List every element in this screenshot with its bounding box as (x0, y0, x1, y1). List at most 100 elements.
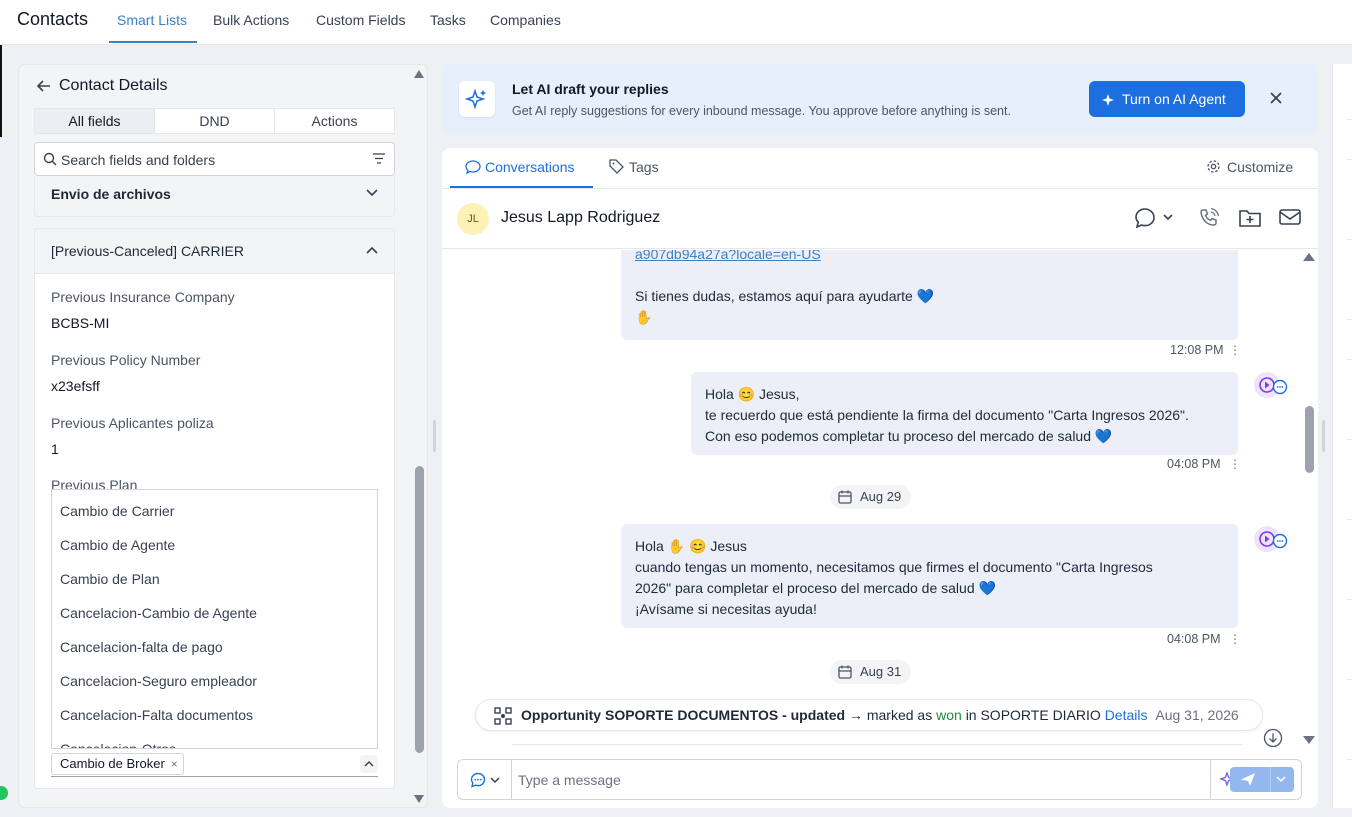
segment-all-fields[interactable]: All fields (35, 109, 155, 133)
divider (1347, 319, 1352, 320)
opportunity-title: Opportunity SOPORTE DOCUMENTOS - updated (521, 707, 846, 723)
opportunity-date: Aug 31, 2026 (1155, 707, 1239, 723)
filter-icon[interactable] (373, 153, 385, 164)
message-link[interactable]: a907db94a27a?locale=en-US (635, 250, 821, 262)
chevron-up-icon[interactable] (360, 755, 378, 773)
search-input[interactable] (61, 149, 361, 171)
folder-header[interactable]: [Previous-Canceled] CARRIER (35, 229, 394, 274)
message-line: 2026" para completar el proceso del merc… (635, 580, 996, 596)
opportunity-action: → marked as (848, 707, 933, 723)
back-button[interactable]: Contact Details (35, 77, 168, 95)
right-side-panel (1332, 64, 1352, 808)
divider (1347, 119, 1352, 120)
phone-icon[interactable] (1198, 207, 1220, 229)
contact-details-panel: Contact Details All fields DND Actions E… (18, 64, 428, 808)
panel-resize-handle[interactable] (1322, 420, 1325, 452)
chevron-down-icon (490, 777, 500, 784)
message-line: ✋ (635, 309, 653, 325)
tab-tags[interactable]: Tags (609, 159, 659, 175)
message-list: a907db94a27a?locale=en-US Si tienes duda… (442, 250, 1302, 747)
avatar: JL (457, 203, 489, 235)
tab-companies[interactable]: Companies (490, 12, 561, 28)
field-value[interactable]: BCBS-MI (51, 315, 109, 331)
dropdown-option[interactable]: Cancelacion-Cambio de Agente (52, 596, 377, 630)
date-separator: Aug 29 (830, 485, 912, 509)
customize-button[interactable]: Customize (1206, 159, 1293, 175)
left-scrollbar-thumb[interactable] (415, 466, 424, 753)
sparkle-icon (459, 81, 495, 117)
message-scrollbar-down[interactable] (1303, 736, 1315, 744)
calendar-icon (838, 490, 852, 504)
tab-conversations[interactable]: Conversations (465, 159, 575, 175)
message-line: Con eso podemos completar tu proceso del… (705, 428, 1113, 444)
dropdown-option[interactable]: Cambio de Agente (52, 528, 377, 562)
chip-label: Cambio de Broker (60, 756, 165, 771)
folder-label: Envio de archivos (51, 186, 171, 202)
turn-on-ai-agent-button[interactable]: Turn on AI Agent (1089, 81, 1245, 117)
date-label: Aug 31 (860, 664, 902, 679)
tab-smart-lists[interactable]: Smart Lists (117, 12, 187, 28)
field-search (34, 142, 395, 176)
opportunity-details-link[interactable]: Details (1105, 707, 1148, 723)
message-menu-icon[interactable]: ⋮ (1229, 632, 1241, 646)
message-menu-icon[interactable]: ⋮ (1229, 343, 1241, 357)
tab-bulk-actions[interactable]: Bulk Actions (213, 12, 289, 28)
message-menu-icon[interactable]: ⋮ (1229, 457, 1241, 471)
chat-type-icon[interactable] (1133, 207, 1175, 229)
dropdown-option[interactable]: Cancelacion-Otros (52, 732, 377, 748)
folder-add-icon[interactable] (1238, 207, 1262, 229)
left-scrollbar-up[interactable] (414, 70, 424, 78)
message-bubble: Hola ✋ 😊 Jesus cuando tengas un momento,… (621, 524, 1238, 628)
conversation-panel: Conversations Tags Customize JL Jesus La… (442, 148, 1318, 808)
calendar-icon (838, 665, 852, 679)
message-scrollbar-thumb[interactable] (1305, 406, 1314, 473)
window-edge (0, 45, 2, 137)
tab-custom-fields[interactable]: Custom Fields (316, 12, 405, 28)
mail-icon[interactable] (1278, 207, 1302, 227)
close-icon[interactable] (1268, 90, 1284, 106)
message-line: Si tienes dudas, estamos aquí para ayuda… (635, 288, 935, 304)
conversation-header: JL Jesus Lapp Rodriguez (442, 189, 1318, 249)
send-button[interactable] (1230, 767, 1294, 792)
chevron-down-icon[interactable] (1276, 776, 1286, 783)
banner-title: Let AI draft your replies (512, 81, 669, 97)
multiselect-input[interactable]: Cambio de Broker × (51, 753, 378, 777)
message-line: Hola 😊 Jesus, (705, 386, 800, 402)
send-icon (1241, 773, 1255, 786)
dropdown-option[interactable]: Cancelacion-Falta documentos (52, 698, 377, 732)
tab-label: Tags (629, 159, 659, 175)
folder-envio-de-archivos[interactable]: Envio de archivos (34, 177, 395, 217)
dropdown-option[interactable]: Cancelacion-Seguro empleador (52, 664, 377, 698)
message-line: cuando tengas un momento, necesitamos qu… (635, 559, 1153, 575)
dropdown-option[interactable]: Cambio de Plan (52, 562, 377, 596)
left-scrollbar-down[interactable] (414, 795, 424, 803)
divider (1347, 759, 1352, 760)
scroll-to-bottom-icon[interactable] (1263, 728, 1283, 747)
channel-selector[interactable] (458, 760, 512, 799)
dropdown-option[interactable]: Cancelacion-falta de pago (52, 630, 377, 664)
dropdown-option[interactable]: Cambio de Carrier (52, 494, 377, 528)
gear-icon (1207, 160, 1220, 173)
field-segment-tabs: All fields DND Actions (34, 108, 395, 134)
message-time: 12:08 PM (1170, 343, 1224, 357)
message-input[interactable] (518, 769, 1138, 791)
message-line (635, 265, 1224, 286)
chevron-up-icon (366, 246, 378, 254)
message-scrollbar-up[interactable] (1303, 253, 1315, 261)
segment-dnd[interactable]: DND (155, 109, 275, 133)
chip-remove-icon[interactable]: × (171, 754, 178, 774)
segment-actions[interactable]: Actions (275, 109, 394, 133)
chat-icon (465, 160, 481, 175)
field-value[interactable]: 1 (51, 441, 59, 457)
sparkle-icon (1102, 94, 1114, 106)
field-value[interactable]: x23efsff (51, 378, 100, 394)
panel-resize-handle[interactable] (433, 420, 436, 452)
divider (1347, 359, 1352, 360)
active-tab-indicator (450, 186, 593, 188)
tab-tasks[interactable]: Tasks (430, 12, 466, 28)
top-nav: Contacts Smart Lists Bulk Actions Custom… (0, 0, 1352, 45)
date-separator: Aug 31 (830, 660, 912, 684)
ai-message-icon[interactable] (1253, 525, 1289, 553)
ai-message-icon[interactable] (1253, 371, 1289, 399)
opportunity-activity: Opportunity SOPORTE DOCUMENTOS - updated… (475, 699, 1263, 731)
